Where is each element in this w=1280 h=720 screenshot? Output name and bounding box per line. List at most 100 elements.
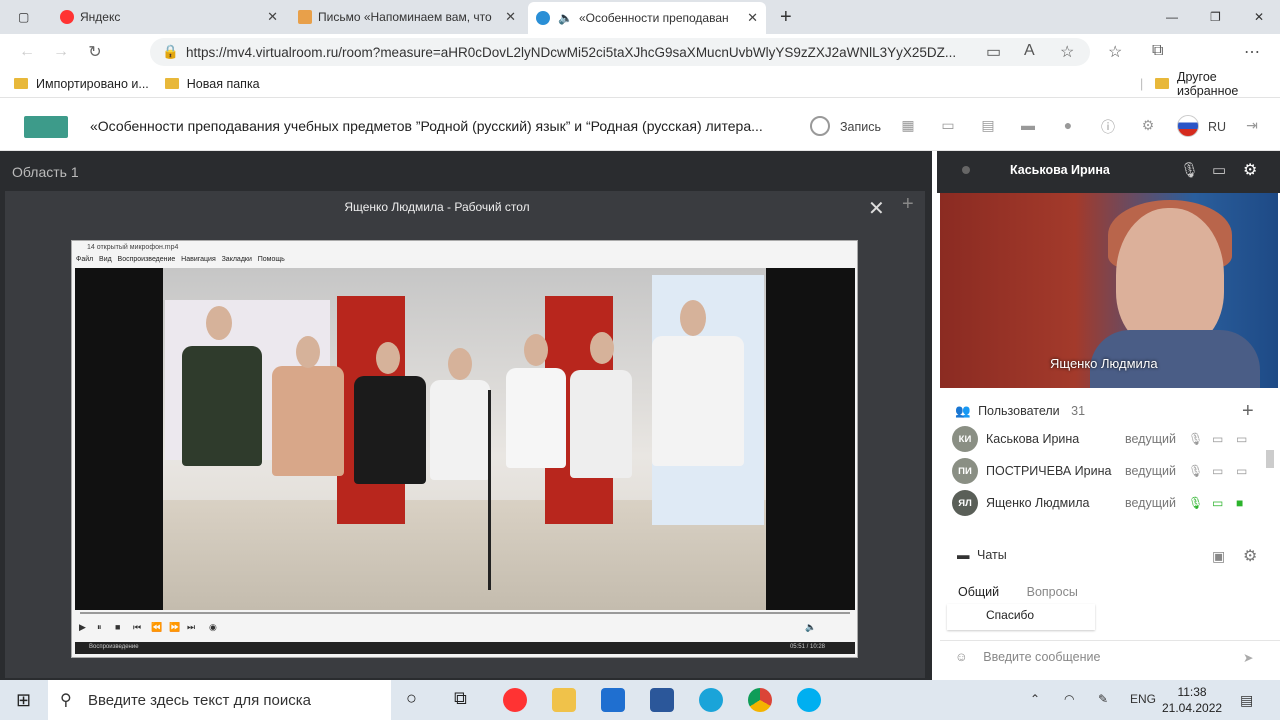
- person: [272, 366, 344, 476]
- screen-on-icon[interactable]: ■: [1236, 496, 1243, 510]
- person: [430, 380, 490, 480]
- add-icon[interactable]: +: [902, 193, 914, 216]
- tab-virtualroom[interactable]: 🔈 «Особенности преподаван ✕: [528, 2, 766, 34]
- person: [570, 370, 632, 478]
- mic-on-icon[interactable]: 🎙: [1188, 496, 1203, 510]
- mic-off-icon[interactable]: 🎙: [1188, 464, 1203, 478]
- close-icon[interactable]: ✕: [505, 9, 516, 25]
- next-icon[interactable]: ⏭: [187, 622, 195, 633]
- chat-input[interactable]: ☺ Введите сообщение ➤: [955, 650, 1265, 665]
- back-icon[interactable]: ←: [10, 43, 44, 61]
- chat-window-icon[interactable]: ▣: [1212, 548, 1225, 565]
- forward-icon[interactable]: ⏩: [169, 622, 180, 633]
- camera-off-icon[interactable]: ▭: [1212, 464, 1223, 478]
- exit-icon[interactable]: ⇥: [1243, 117, 1261, 135]
- windows-start-icon[interactable]: ⊞: [16, 690, 31, 711]
- record-label[interactable]: Запись: [840, 120, 881, 134]
- tab-letter[interactable]: Письмо «Напоминаем вам, что ✕: [290, 4, 524, 30]
- language-label[interactable]: RU: [1208, 120, 1226, 134]
- russian-flag-icon[interactable]: [1177, 115, 1199, 137]
- taskbar-search[interactable]: ⚲ Введите здесь текст для поиска: [48, 680, 391, 720]
- seek-bar[interactable]: [80, 612, 850, 614]
- mail-icon: [298, 10, 312, 24]
- camera-icon[interactable]: ▭: [986, 42, 1001, 62]
- user-row[interactable]: КИ Каськова Ирина ведущий 🎙 ▭ ▭: [952, 425, 1252, 453]
- bookmark-imported[interactable]: Импортировано и...: [14, 77, 149, 91]
- more-icon[interactable]: ⋯: [1244, 42, 1260, 62]
- url-input[interactable]: 🔒 https://mv4.virtualroom.ru/room?measur…: [150, 38, 1090, 66]
- add-user-icon[interactable]: +: [1242, 400, 1254, 423]
- speaker-name: Каськова Ирина: [1010, 163, 1110, 177]
- forward-icon[interactable]: →: [44, 43, 78, 61]
- record-icon[interactable]: [810, 116, 830, 136]
- camera-off-icon[interactable]: ▭: [1212, 432, 1223, 446]
- favorite-add-icon[interactable]: ☆: [1060, 42, 1074, 62]
- restore-button[interactable]: ❐: [1202, 4, 1226, 30]
- edge-icon[interactable]: [699, 688, 723, 712]
- word-icon[interactable]: [650, 688, 674, 712]
- screen-off-icon[interactable]: ▭: [1236, 432, 1247, 446]
- favorites-icon[interactable]: ☆: [1108, 42, 1122, 62]
- clock[interactable]: 11:38 21.04.2022: [1162, 684, 1222, 716]
- new-tab-button[interactable]: +: [772, 4, 796, 30]
- send-icon[interactable]: ➤: [1243, 650, 1253, 665]
- input-language[interactable]: ENG: [1130, 692, 1156, 706]
- user-row[interactable]: ЯЛ Ященко Людмила ведущий 🎙 ▭ ■: [952, 489, 1252, 517]
- prev-icon[interactable]: ⏮: [133, 622, 141, 633]
- pen-icon[interactable]: ✎: [1098, 692, 1108, 706]
- emoji-icon[interactable]: ☺: [955, 650, 968, 664]
- user-row[interactable]: ПИ ПОСТРИЧЕВА Ирина ведущий 🎙 ▭ ▭: [952, 457, 1252, 485]
- status-dot: [962, 166, 970, 174]
- pause-icon[interactable]: ⏸: [97, 622, 102, 633]
- store-icon[interactable]: [601, 688, 625, 712]
- chrome-icon[interactable]: [748, 688, 772, 712]
- settings-icon[interactable]: ⚙: [1243, 546, 1257, 566]
- users-icon[interactable]: ●: [1059, 117, 1077, 135]
- volume-icon[interactable]: 🔈: [805, 622, 816, 633]
- person: [354, 376, 426, 484]
- bookmark-other[interactable]: | Другое избранное: [1140, 70, 1280, 98]
- notifications-icon[interactable]: ▤: [1240, 692, 1253, 709]
- close-icon[interactable]: ✕: [747, 10, 758, 26]
- person: [182, 346, 262, 466]
- read-aloud-icon[interactable]: A: [1024, 42, 1035, 60]
- yandex-browser-icon[interactable]: [503, 688, 527, 712]
- record-icon[interactable]: ◉: [209, 622, 217, 633]
- close-icon[interactable]: ✕: [868, 196, 885, 221]
- tab-questions[interactable]: Вопросы: [1027, 585, 1078, 599]
- play-icon[interactable]: ▶: [79, 622, 86, 633]
- rewind-icon[interactable]: ⏪: [151, 622, 162, 633]
- screen-share-icon[interactable]: ▭: [939, 117, 957, 135]
- document-icon[interactable]: ▤: [979, 117, 997, 135]
- settings-icon[interactable]: ⚙: [1243, 160, 1257, 180]
- person-head: [680, 300, 706, 336]
- camera-on-icon[interactable]: ▭: [1212, 496, 1223, 510]
- tab-actions-icon[interactable]: ▢: [10, 4, 40, 30]
- chat-message: Спасибо: [947, 604, 1095, 630]
- person-head: [590, 332, 614, 364]
- skype-icon[interactable]: [797, 688, 821, 712]
- collections-icon[interactable]: ⧉: [1152, 42, 1163, 60]
- info-icon[interactable]: ⓘ: [1099, 117, 1117, 135]
- mic-off-icon[interactable]: 🎙: [1180, 161, 1199, 179]
- chevron-up-icon[interactable]: ⌃: [1030, 692, 1040, 706]
- layout-icon[interactable]: ▦: [899, 117, 917, 135]
- settings-icon[interactable]: ⚙: [1139, 117, 1157, 135]
- camera-off-icon[interactable]: ▭: [1212, 161, 1226, 179]
- minimize-button[interactable]: —: [1158, 4, 1182, 30]
- mic-off-icon[interactable]: 🎙: [1188, 432, 1203, 446]
- tab-yandex[interactable]: Яндекс ✕: [52, 4, 286, 30]
- file-explorer-icon[interactable]: [552, 688, 576, 712]
- close-icon[interactable]: ✕: [267, 9, 278, 25]
- network-icon[interactable]: ◠: [1064, 692, 1074, 706]
- folder-icon[interactable]: ▬: [1019, 117, 1037, 135]
- task-view-icon[interactable]: ⧉: [454, 688, 467, 709]
- cortana-icon[interactable]: ○: [406, 688, 417, 709]
- close-window-button[interactable]: ✕: [1246, 4, 1270, 30]
- users-scrollbar[interactable]: [1266, 450, 1274, 468]
- panel-title: Ященко Людмила - Рабочий стол: [344, 200, 530, 214]
- stop-icon[interactable]: ■: [115, 622, 120, 632]
- bookmark-new-folder[interactable]: Новая папка: [164, 77, 260, 91]
- reload-icon[interactable]: ↻: [78, 42, 112, 62]
- screen-off-icon[interactable]: ▭: [1236, 464, 1247, 478]
